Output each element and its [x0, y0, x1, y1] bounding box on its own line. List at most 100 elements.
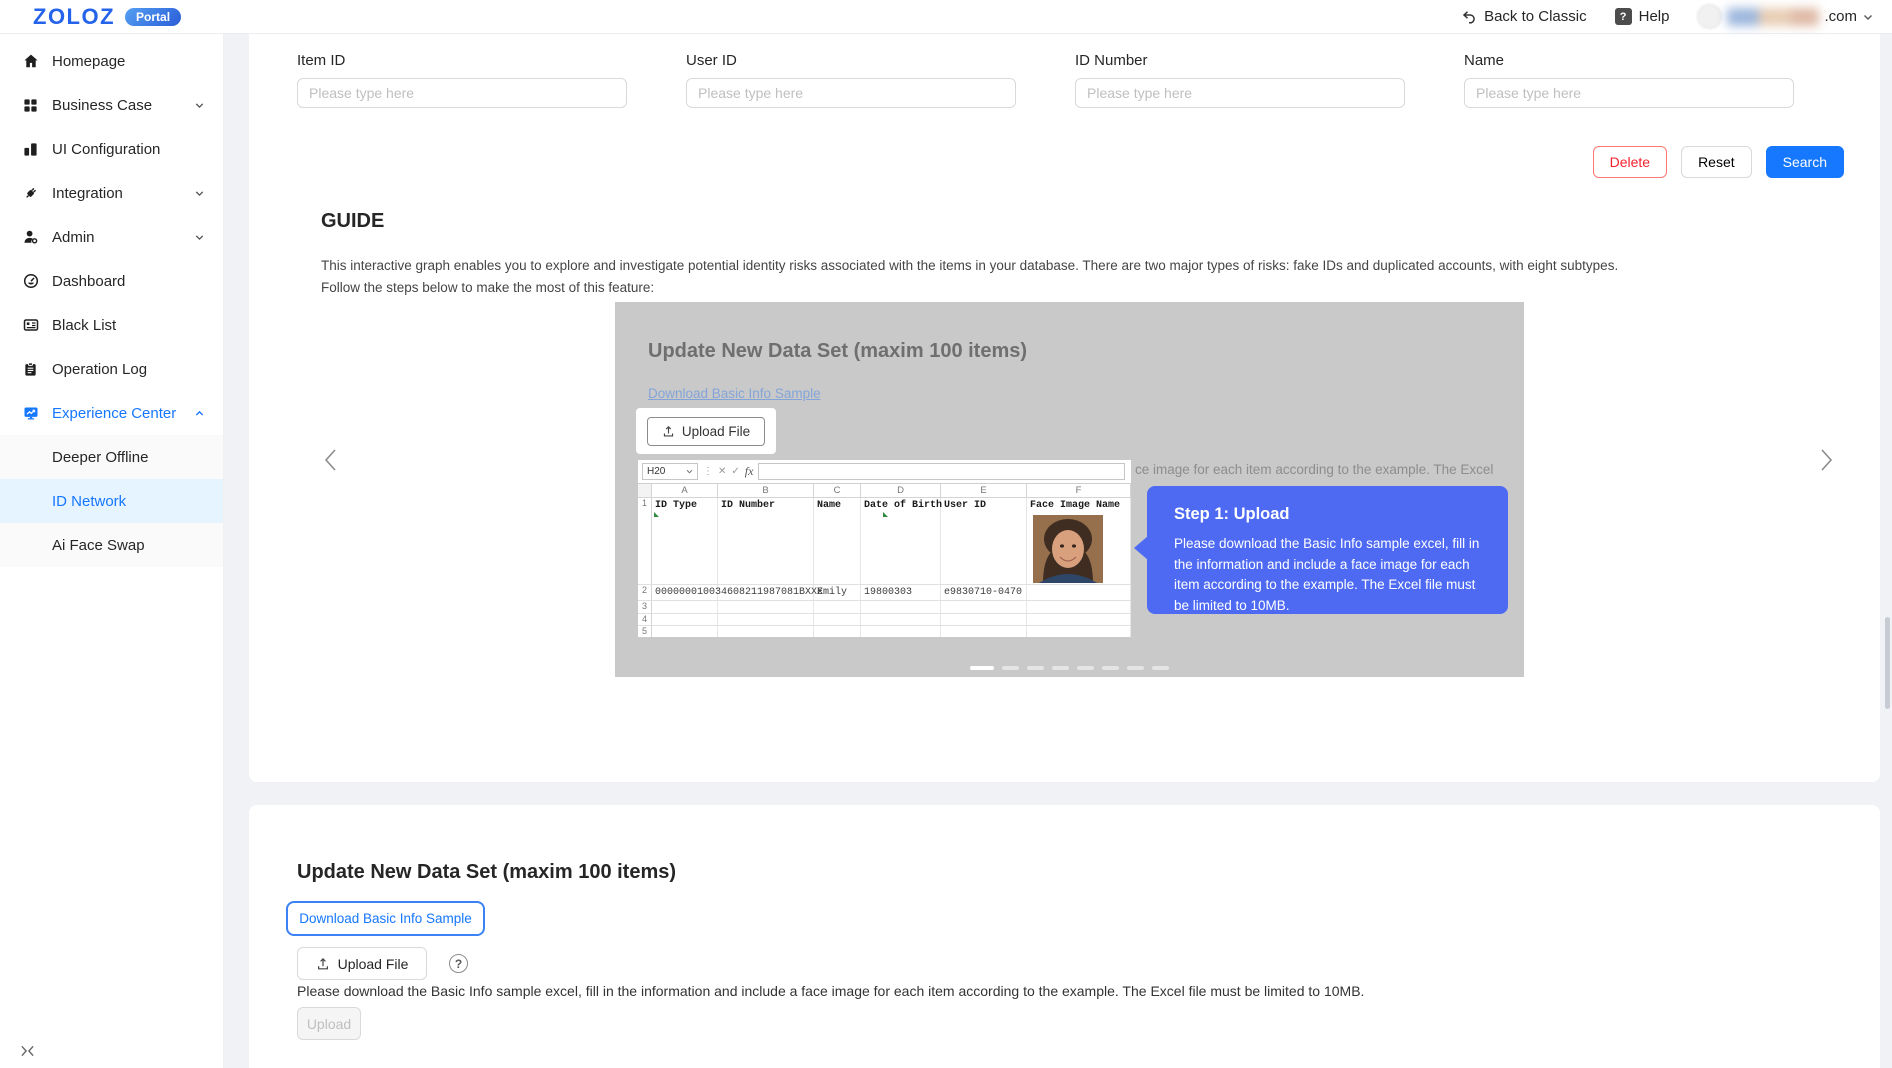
- search-form: Item ID User ID ID Number Name: [297, 52, 1794, 108]
- item-id-input[interactable]: [297, 78, 627, 108]
- user-admin-icon: [22, 229, 39, 246]
- user-email-domain: .com: [1824, 8, 1857, 25]
- excel-row-5: 5: [638, 626, 1131, 637]
- question-circle-icon[interactable]: ?: [449, 954, 468, 973]
- reset-button[interactable]: Reset: [1681, 146, 1752, 178]
- slide-upload-file-button: Upload File: [647, 416, 765, 446]
- name-field-group: Name: [1464, 52, 1794, 108]
- step-callout: Step 1: Upload Please download the Basic…: [1134, 486, 1508, 614]
- excel-column-headers: A B C D E F: [638, 484, 1131, 498]
- carousel-dot[interactable]: [1027, 666, 1044, 670]
- id-number-field-group: ID Number: [1075, 52, 1405, 108]
- chevron-down-icon: [1862, 11, 1874, 23]
- excel-sample-screenshot: H20 ⋮ ✕ ✓ fx A B C D E F 1 ID Type ID Nu…: [638, 460, 1131, 637]
- plug-icon: [22, 185, 39, 202]
- upload-submit-button[interactable]: Upload: [297, 1007, 361, 1040]
- home-icon: [22, 53, 39, 70]
- sidebar-item-black-list[interactable]: Black List: [0, 303, 223, 347]
- sidebar-item-ui-configuration[interactable]: UI Configuration: [0, 127, 223, 171]
- carousel-dot[interactable]: [970, 666, 994, 670]
- user-id-field-group: User ID: [686, 52, 1016, 108]
- chart-monitor-icon: [22, 405, 39, 422]
- update-data-set-panel: Update New Data Set (maxim 100 items) Do…: [249, 805, 1880, 1068]
- excel-row-2: 2 00000001003 4608211987081BXXX Emily 19…: [638, 585, 1131, 601]
- sidebar-item-operation-log[interactable]: Operation Log: [0, 347, 223, 391]
- portal-badge: Portal: [125, 7, 182, 26]
- carousel-dot[interactable]: [1002, 666, 1019, 670]
- user-id-input[interactable]: [686, 78, 1016, 108]
- sidebar-item-business-case[interactable]: Business Case: [0, 83, 223, 127]
- id-number-label: ID Number: [1075, 52, 1148, 69]
- sidebar-item-id-network[interactable]: ID Network: [0, 479, 223, 523]
- id-number-input[interactable]: [1075, 78, 1405, 108]
- carousel-prev-arrow[interactable]: [319, 446, 343, 474]
- slide-download-link: Download Basic Info Sample: [648, 386, 821, 401]
- id-network-panel: Item ID User ID ID Number Name Delete Re…: [249, 34, 1880, 782]
- account-menu[interactable]: .com: [1697, 4, 1874, 29]
- name-label: Name: [1464, 52, 1505, 69]
- carousel-next-arrow[interactable]: [1814, 446, 1838, 474]
- sidebar-item-deeper-offline[interactable]: Deeper Offline: [0, 435, 223, 479]
- excel-row-3: 3: [638, 601, 1131, 614]
- undo-icon: [1461, 9, 1477, 25]
- sidebar-collapse-toggle[interactable]: [20, 1044, 35, 1058]
- clipboard-icon: [22, 361, 39, 378]
- step-callout-body: Please download the Basic Info sample ex…: [1174, 536, 1480, 613]
- excel-formula-bar: H20 ⋮ ✕ ✓ fx: [638, 460, 1131, 484]
- top-header: ZOLOZ Portal Back to Classic ? Help .com: [0, 0, 1892, 34]
- guide-description: This interactive graph enables you to ex…: [321, 258, 1619, 295]
- chevron-down-icon: [194, 100, 205, 111]
- carousel-dot[interactable]: [1102, 666, 1119, 670]
- sample-face-photo: [1033, 515, 1103, 583]
- guide-heading: GUIDE: [321, 210, 385, 232]
- help-button[interactable]: ? Help: [1614, 8, 1669, 25]
- excel-name-box: H20: [642, 463, 698, 480]
- update-section-title: Update New Data Set (maxim 100 items): [297, 861, 677, 883]
- download-basic-info-sample-button[interactable]: Download Basic Info Sample: [286, 901, 485, 936]
- user-email-masked: [1727, 7, 1820, 26]
- slide-upload-highlight-box: Upload File: [636, 408, 776, 454]
- carousel-dot[interactable]: [1127, 666, 1144, 670]
- item-id-field-group: Item ID: [297, 52, 627, 108]
- back-to-classic-button[interactable]: Back to Classic: [1461, 8, 1587, 25]
- chevron-up-icon: [194, 408, 205, 419]
- excel-fx-icon: fx: [744, 464, 754, 478]
- step-callout-title: Step 1: Upload: [1174, 505, 1290, 523]
- sidebar-item-ai-face-swap[interactable]: Ai Face Swap: [0, 523, 223, 567]
- carousel-dot[interactable]: [1052, 666, 1069, 670]
- grid-icon: [22, 97, 39, 114]
- search-button[interactable]: Search: [1765, 146, 1844, 178]
- carousel-dots: [615, 666, 1524, 670]
- avatar: [1697, 4, 1723, 29]
- name-input[interactable]: [1464, 78, 1794, 108]
- id-card-icon: [22, 317, 39, 334]
- user-id-label: User ID: [686, 52, 737, 69]
- gauge-icon: [22, 273, 39, 290]
- sidebar-item-admin[interactable]: Admin: [0, 215, 223, 259]
- item-id-label: Item ID: [297, 52, 346, 69]
- main-content: Item ID User ID ID Number Name Delete Re…: [224, 34, 1892, 1068]
- zoloz-logo: ZOLOZ: [33, 3, 116, 29]
- slide-title: Update New Data Set (maxim 100 items): [648, 340, 1028, 362]
- delete-button[interactable]: Delete: [1592, 146, 1668, 178]
- guide-carousel-slide: Update New Data Set (maxim 100 items) Do…: [615, 302, 1524, 677]
- page-scrollbar-thumb[interactable]: [1885, 617, 1890, 709]
- carousel-dot[interactable]: [1152, 666, 1169, 670]
- chevron-down-icon: [194, 188, 205, 199]
- sidebar-item-dashboard[interactable]: Dashboard: [0, 259, 223, 303]
- sidebar-item-homepage[interactable]: Homepage: [0, 39, 223, 83]
- excel-formula-input: [758, 463, 1125, 480]
- sidebar-item-experience-center[interactable]: Experience Center: [0, 391, 223, 435]
- sidebar: Homepage Business Case UI Configuration …: [0, 34, 224, 1068]
- search-actions: Delete Reset Search: [1592, 146, 1844, 178]
- upload-instructions: Please download the Basic Info sample ex…: [297, 983, 1365, 999]
- layout-columns-icon: [22, 141, 39, 158]
- sidebar-item-integration[interactable]: Integration: [0, 171, 223, 215]
- upload-file-button[interactable]: Upload File: [297, 947, 427, 980]
- experience-center-submenu: Deeper Offline ID Network Ai Face Swap: [0, 435, 223, 567]
- carousel-dot[interactable]: [1077, 666, 1094, 670]
- excel-row-4: 4: [638, 614, 1131, 626]
- help-icon: ?: [1614, 8, 1632, 25]
- slide-clipped-text: ce image for each item according to the …: [1135, 462, 1494, 477]
- chevron-down-icon: [194, 232, 205, 243]
